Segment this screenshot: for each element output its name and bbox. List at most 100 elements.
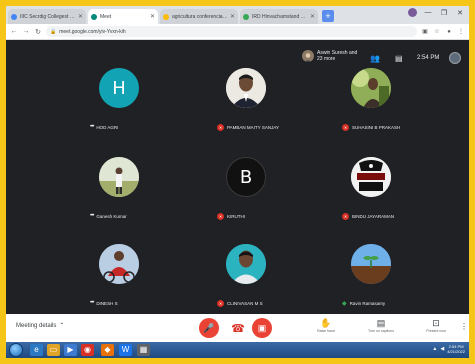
avatar-initial: B [239, 166, 253, 188]
participant-footer: ••• Ganesh Kumar [90, 213, 127, 219]
mic-toggle-button[interactable]: 🎤 [199, 318, 219, 338]
participant-footer: ✕ KIRUTHI [217, 213, 245, 220]
participant-avatar: B [226, 157, 266, 197]
star-icon[interactable]: ☆ [433, 28, 441, 35]
present-now-label: Present now [426, 329, 446, 333]
meeting-time: 2:54 PM [417, 55, 440, 61]
meet-control-bar: Meeting details ⌃ 🎤 ☎ ▣ ✋ Raise hand ▤ T… [6, 314, 469, 342]
tab-favicon-icon [163, 13, 169, 20]
participant-avatar [226, 68, 266, 108]
close-tab-icon[interactable]: ✕ [150, 13, 155, 20]
participant-avatar [226, 244, 266, 284]
captions-icon: ▤ [376, 318, 386, 328]
presenter-name: Aswin Suresh and 23 more [317, 50, 358, 62]
participant-name: CLINIVASAN M S [227, 301, 263, 306]
leave-call-button[interactable]: ☎ [228, 318, 248, 338]
new-tab-button[interactable]: + [322, 10, 334, 22]
browser-toolbar: ← → ↻ 🔒 meet.google.com/yiv-Yvxn-kih ▣ ☆… [6, 24, 469, 40]
hand-icon: ✋ [320, 318, 332, 328]
tab-label: agricultura conferencia 2022 ini [172, 13, 228, 20]
browser-tab-1[interactable]: Meet ✕ [88, 9, 158, 24]
present-icon: ⊡ [432, 318, 440, 328]
meeting-details-button[interactable]: Meeting details ⌃ [16, 322, 65, 330]
chat-icon[interactable]: ▤ [395, 54, 403, 63]
minimize-button[interactable]: — [423, 9, 433, 16]
participant-tile[interactable]: ✕ BINDU JAYARAMAN [298, 155, 448, 235]
speaking-indicator-icon: ◆ [342, 301, 347, 307]
chevron-up-icon: ⌃ [59, 323, 65, 329]
start-button[interactable] [9, 343, 23, 357]
browser-tab-0[interactable]: IIIC Secrdig Collegest Ktiic ✕ [8, 9, 86, 24]
screen: IIIC Secrdig Collegest Ktiic ✕ Meet ✕ ag… [6, 6, 469, 358]
participant-name: Ravin Ramasamy [349, 301, 386, 306]
people-icon[interactable]: 👥 [370, 54, 380, 63]
person-photo-icon [226, 68, 266, 108]
participant-avatar: H [99, 68, 139, 108]
mic-off-icon: ✕ [217, 124, 224, 131]
participant-name: HOD AGRI [96, 124, 119, 130]
presenter-chip[interactable]: Aswin Suresh and 23 more [302, 50, 363, 62]
browser-tab-strip: IIIC Secrdig Collegest Ktiic ✕ Meet ✕ ag… [6, 6, 469, 24]
back-arrow-icon[interactable]: ← [10, 28, 18, 35]
close-tab-icon[interactable]: ✕ [310, 13, 315, 20]
tab-label: IRD Hinvachamstand Sami [252, 13, 308, 20]
camera-toggle-button[interactable]: ▣ [252, 318, 272, 338]
participant-avatar [99, 244, 139, 284]
mic-off-icon: 🎤 [203, 322, 215, 333]
user-avatar[interactable] [449, 52, 461, 64]
maximize-button[interactable]: ❐ [439, 9, 449, 17]
word-icon[interactable]: W [119, 344, 132, 356]
mic-off-icon: ✕ [342, 124, 349, 131]
sprout-illustration-icon [351, 244, 391, 284]
participant-avatar [351, 244, 391, 284]
audio-level-icon: ••• [90, 300, 94, 306]
close-window-button[interactable]: ✕ [455, 9, 465, 17]
menu-dots-icon[interactable]: ⋮ [457, 28, 465, 35]
tray-clock[interactable]: 2:54 PM 4/21/2022 [447, 344, 465, 354]
participant-name: Ganesh Kumar [96, 213, 127, 219]
participant-avatar [351, 68, 391, 108]
network-icon[interactable]: ▲ [432, 346, 437, 352]
participant-name: SUHASINI B PRAKASH [352, 125, 401, 130]
participant-tile[interactable]: ◆ Ravin Ramasamy [298, 242, 448, 322]
more-options-icon[interactable]: ⋮ [460, 322, 468, 331]
close-tab-icon[interactable]: ✕ [230, 13, 235, 20]
meeting-details-label: Meeting details [16, 322, 57, 329]
windows-taskbar: e ▭ ▶ ◉ ◆ W ▦ ▲ ◀ 2:54 PM 4/21/2022 [6, 342, 469, 358]
participant-tile[interactable]: ✕ SUHASINI B PRAKASH [298, 66, 448, 146]
tab-label: Meet [100, 13, 112, 20]
participant-name: BINDU JAYARAMAN [352, 214, 395, 219]
person-photo-icon [99, 244, 139, 284]
file-explorer-icon[interactable]: ▭ [47, 344, 60, 356]
address-text: meet.google.com/yiv-Yvxn-kih [59, 28, 126, 35]
media-player-icon[interactable]: ▶ [64, 344, 77, 356]
mic-off-icon: ✕ [217, 300, 224, 307]
reload-icon[interactable]: ↻ [34, 28, 42, 36]
audio-level-icon: ••• [90, 213, 94, 219]
browser-tab-2[interactable]: agricultura conferencia 2022 ini ✕ [160, 9, 238, 24]
profile-icon[interactable]: ● [445, 29, 453, 35]
participant-footer: ✕ CLINIVASAN M S [217, 300, 263, 307]
participant-grid: H ••• HOD AGRI ✕ PAMBAN MAITY SANJAY ✕ S… [6, 64, 469, 314]
avatar-initial: H [112, 77, 126, 99]
app-icon[interactable]: ▦ [137, 344, 150, 356]
present-now-button[interactable]: ⊡ Present now [416, 318, 456, 333]
camera-off-icon: ▣ [257, 322, 267, 333]
camera-permission-icon[interactable]: ▣ [421, 28, 429, 35]
profile-avatar[interactable] [408, 8, 417, 17]
browser-tab-3[interactable]: IRD Hinvachamstand Sami ✕ [240, 9, 318, 24]
chrome-icon[interactable]: ◉ [81, 344, 94, 356]
volume-icon[interactable]: ◀ [440, 346, 444, 352]
internet-explorer-icon[interactable]: e [30, 344, 43, 356]
participant-avatar [99, 157, 139, 197]
app-icon[interactable]: ◆ [101, 344, 114, 356]
participant-footer: ••• DINESH S [90, 300, 118, 306]
captions-label: Turn on captions [368, 329, 394, 333]
address-bar[interactable]: 🔒 meet.google.com/yiv-Yvxn-kih [46, 26, 417, 37]
window-controls: — ❐ ✕ [408, 8, 465, 17]
captions-button[interactable]: ▤ Turn on captions [361, 318, 401, 333]
forward-arrow-icon[interactable]: → [22, 28, 30, 35]
raise-hand-button[interactable]: ✋ Raise hand [306, 318, 346, 333]
mic-off-icon: ✕ [342, 213, 349, 220]
close-tab-icon[interactable]: ✕ [78, 13, 83, 20]
